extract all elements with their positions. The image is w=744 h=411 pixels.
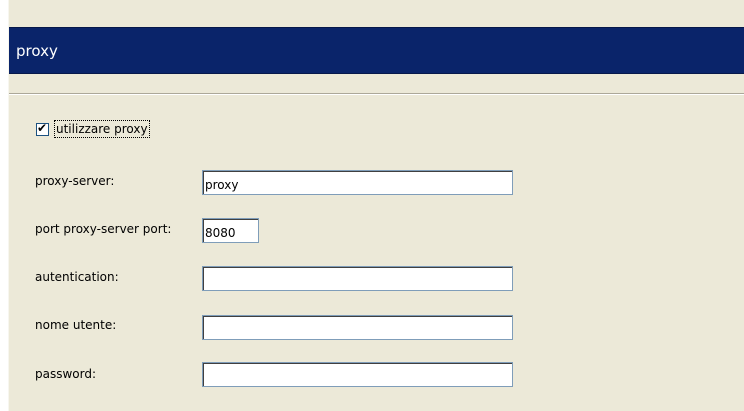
use-proxy-checkbox[interactable]: ✔: [36, 120, 49, 136]
password-label: password:: [35, 367, 97, 381]
authentication-label: autentication:: [35, 270, 119, 284]
section-title: proxy: [16, 42, 58, 60]
use-proxy-label[interactable]: utilizzare proxy: [54, 120, 150, 138]
checkmark-icon: ✔: [37, 120, 48, 135]
section-header: proxy: [9, 27, 744, 74]
password-input[interactable]: [202, 362, 513, 387]
proxy-server-input[interactable]: [202, 170, 513, 195]
port-label: port proxy-server port:: [35, 222, 172, 236]
authentication-input[interactable]: [202, 266, 513, 291]
port-input[interactable]: [202, 218, 259, 243]
username-input[interactable]: [202, 315, 513, 340]
proxy-server-label: proxy-server:: [35, 174, 115, 188]
header-divider: [9, 93, 744, 95]
use-proxy-option[interactable]: ✔ utilizzare proxy: [36, 119, 150, 139]
username-label: nome utente:: [35, 318, 117, 332]
proxy-settings-panel: proxy ✔ utilizzare proxy proxy-server: p…: [8, 0, 744, 411]
